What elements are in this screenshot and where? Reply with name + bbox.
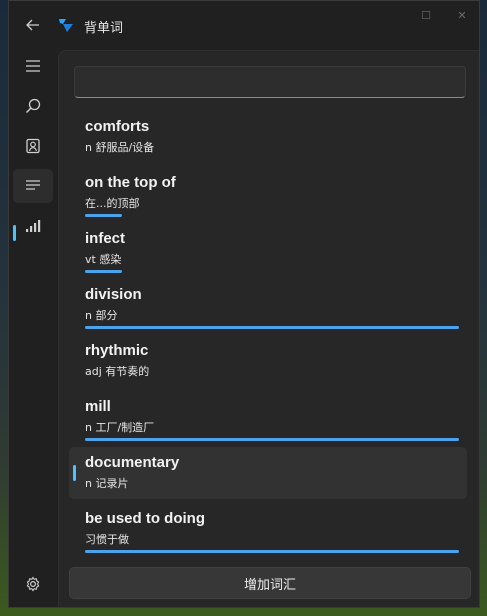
word-item[interactable]: be used to doing 习惯于做 bbox=[69, 503, 467, 555]
back-arrow-icon bbox=[26, 19, 39, 31]
word-definition: vt 感染 bbox=[85, 253, 122, 266]
word-term: on the top of bbox=[85, 174, 176, 191]
word-term: rhythmic bbox=[85, 342, 149, 359]
word-term: documentary bbox=[85, 454, 180, 471]
word-item[interactable]: documentary n 记录片 bbox=[69, 447, 467, 499]
nav-settings-button[interactable] bbox=[13, 567, 53, 601]
maximize-icon[interactable]: ☐ bbox=[419, 9, 433, 23]
memory-progress-bar bbox=[85, 270, 122, 273]
search-icon bbox=[26, 98, 41, 113]
word-definition: n 工厂/制造厂 bbox=[85, 421, 155, 434]
back-button[interactable] bbox=[21, 13, 45, 37]
word-definition: n 舒服品/设备 bbox=[85, 141, 155, 154]
nav-stats-button[interactable] bbox=[13, 209, 53, 243]
title-bar: 背单词 ☐ ✕ bbox=[9, 1, 479, 49]
app-window: 背单词 ☐ ✕ comforts n 舒服品/设备 on the top of … bbox=[8, 0, 480, 608]
word-item[interactable]: mill n 工厂/制造厂 bbox=[69, 391, 467, 443]
nav-sidebar bbox=[9, 49, 57, 607]
selection-indicator bbox=[73, 465, 76, 481]
add-word-button[interactable]: 增加词汇 bbox=[69, 567, 471, 599]
word-definition: 习惯于做 bbox=[85, 533, 129, 546]
gear-icon bbox=[26, 576, 40, 592]
word-item[interactable]: division n 部分 bbox=[69, 279, 467, 331]
word-list-icon bbox=[26, 180, 40, 190]
app-title: 背单词 bbox=[84, 20, 124, 35]
word-definition: adj 有节奏的 bbox=[85, 365, 150, 378]
word-list: comforts n 舒服品/设备 on the top of 在...的顶部 inf… bbox=[59, 111, 479, 556]
hamburger-menu-icon bbox=[26, 60, 40, 72]
word-definition: 在...的顶部 bbox=[85, 197, 140, 210]
word-item[interactable]: rhythmic adj 有节奏的 bbox=[69, 335, 467, 387]
nav-wordlist-button[interactable] bbox=[13, 169, 53, 203]
memory-progress-bar bbox=[85, 438, 459, 441]
app-logo-icon bbox=[59, 19, 73, 32]
word-item[interactable]: comforts n 舒服品/设备 bbox=[69, 111, 467, 163]
word-term: infect bbox=[85, 230, 126, 247]
signal-bars-icon bbox=[26, 220, 41, 232]
word-definition: n 部分 bbox=[85, 309, 118, 322]
close-icon[interactable]: ✕ bbox=[455, 9, 469, 23]
search-input[interactable] bbox=[74, 66, 466, 98]
word-term: comforts bbox=[85, 118, 150, 135]
memory-progress-bar bbox=[85, 326, 459, 329]
nav-search-button[interactable] bbox=[13, 89, 53, 123]
memory-progress-bar bbox=[85, 550, 459, 553]
memory-progress-bar bbox=[85, 214, 122, 217]
word-term: mill bbox=[85, 398, 111, 415]
word-term: division bbox=[85, 286, 142, 303]
main-content: comforts n 舒服品/设备 on the top of 在...的顶部 inf… bbox=[58, 50, 479, 607]
nav-profile-button[interactable] bbox=[13, 129, 53, 163]
word-item[interactable]: on the top of 在...的顶部 bbox=[69, 167, 467, 219]
word-term: be used to doing bbox=[85, 510, 205, 527]
word-item[interactable]: infect vt 感染 bbox=[69, 223, 467, 275]
nav-menu-button[interactable] bbox=[13, 49, 53, 83]
word-definition: n 记录片 bbox=[85, 477, 129, 490]
person-card-icon bbox=[26, 138, 40, 154]
